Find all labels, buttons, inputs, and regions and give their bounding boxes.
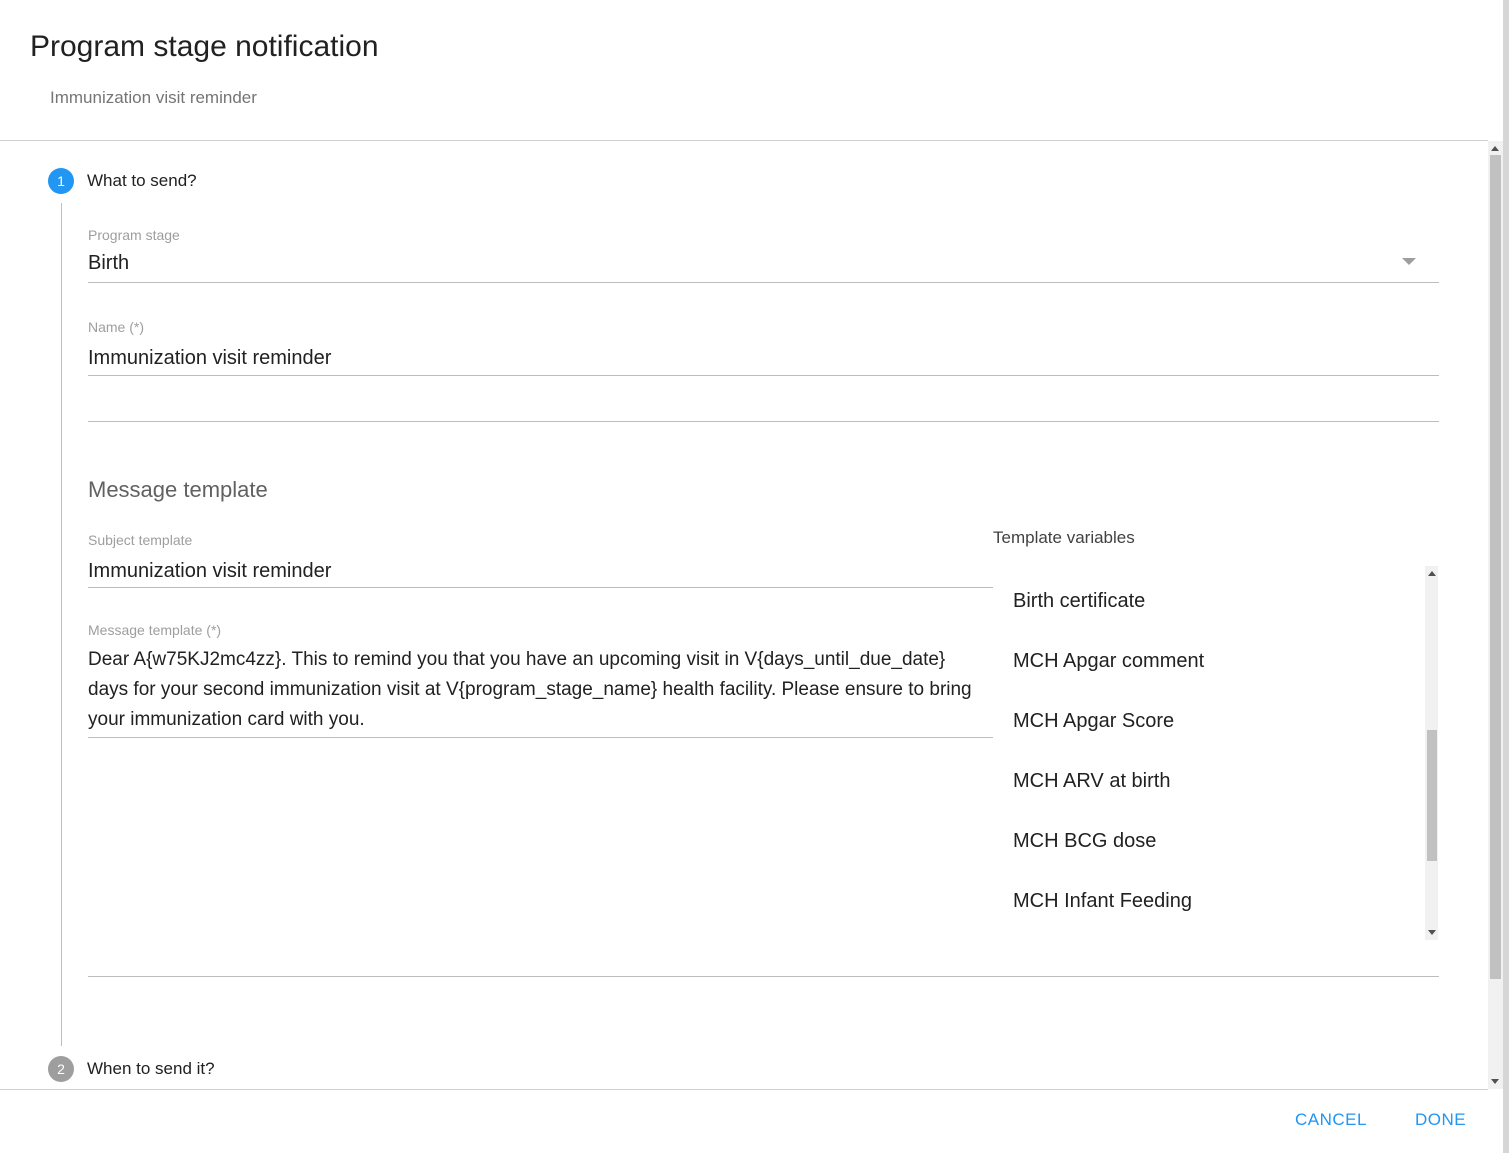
- template-variables-list[interactable]: Birth certificate MCH Apgar comment MCH …: [993, 566, 1425, 940]
- template-variable-item[interactable]: Birth certificate: [1013, 590, 1145, 613]
- step-1-label[interactable]: What to send?: [87, 171, 197, 191]
- footer-divider: [0, 1089, 1488, 1090]
- scroll-down-icon[interactable]: [1491, 1079, 1499, 1084]
- name-input[interactable]: Immunization visit reminder: [88, 347, 331, 370]
- message-template-label: Message template (*): [88, 622, 222, 638]
- header-divider: [0, 140, 1488, 141]
- subject-template-input[interactable]: Immunization visit reminder: [88, 560, 331, 583]
- done-button[interactable]: DONE: [1415, 1110, 1466, 1130]
- template-variable-item[interactable]: MCH Infant Feeding: [1013, 890, 1192, 913]
- subject-template-label: Subject template: [88, 532, 193, 548]
- step-connector: [61, 203, 62, 1046]
- template-variable-item[interactable]: MCH BCG dose: [1013, 830, 1156, 853]
- subject-template-underline: [88, 587, 993, 588]
- name-underline: [88, 375, 1439, 376]
- cancel-button[interactable]: CANCEL: [1295, 1110, 1367, 1130]
- template-variable-item[interactable]: MCH ARV at birth: [1013, 770, 1170, 793]
- template-variables-label: Template variables: [993, 528, 1135, 547]
- scroll-thumb[interactable]: [1490, 155, 1501, 979]
- dialog-title: Program stage notification: [30, 30, 379, 63]
- template-variables-scrollbar[interactable]: [1425, 566, 1438, 940]
- scroll-thumb[interactable]: [1427, 730, 1437, 861]
- step-2-number[interactable]: 2: [48, 1056, 74, 1082]
- template-variable-item[interactable]: MCH Apgar Score: [1013, 710, 1174, 733]
- scroll-up-icon[interactable]: [1491, 146, 1499, 151]
- message-template-underline: [88, 737, 993, 738]
- program-stage-underline: [88, 282, 1439, 283]
- program-stage-select[interactable]: Birth: [88, 252, 129, 275]
- dialog-subtitle: Immunization visit reminder: [50, 88, 257, 107]
- step-1-number[interactable]: 1: [48, 168, 74, 194]
- program-stage-label: Program stage: [88, 227, 180, 243]
- chevron-down-icon[interactable]: [1402, 258, 1416, 265]
- message-template-heading: Message template: [88, 477, 268, 502]
- scroll-up-icon[interactable]: [1428, 571, 1436, 576]
- name-label: Name (*): [88, 319, 145, 335]
- dialog-scrollbar[interactable]: [1488, 141, 1503, 1089]
- message-template-textarea[interactable]: Dear A{w75KJ2mc4zz}. This to remind you …: [88, 645, 988, 735]
- template-variable-item[interactable]: MCH Apgar comment: [1013, 650, 1204, 673]
- step-2-label[interactable]: When to send it?: [87, 1059, 215, 1079]
- message-section-underline: [88, 976, 1439, 977]
- scroll-down-icon[interactable]: [1428, 930, 1436, 935]
- window-edge: [1503, 0, 1509, 1153]
- section-divider: [88, 421, 1439, 422]
